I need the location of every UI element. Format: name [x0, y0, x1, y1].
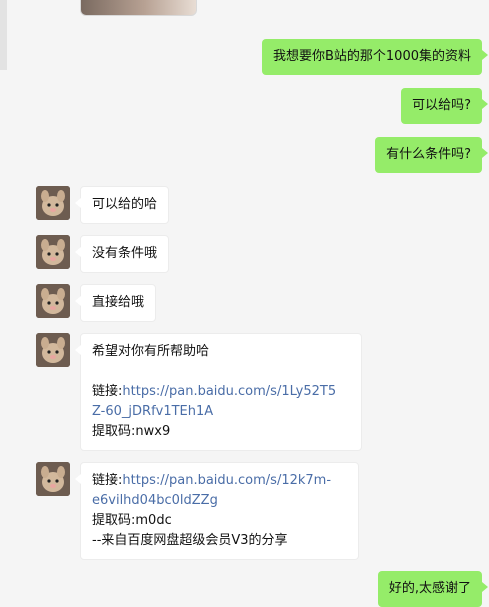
link-label: 链接: — [92, 384, 123, 399]
contact-message-bubble[interactable]: 希望对你有所帮助哈 链接:https://pan.baidu.com/s/1Ly… — [75, 333, 362, 451]
message-text: 直接给哦 — [92, 295, 145, 310]
contact-message-bubble[interactable]: 链接:https://pan.baidu.com/s/12k7m- e6vilh… — [75, 462, 359, 560]
message-text: 有什么条件吗? — [386, 147, 471, 162]
message-text: 没有条件哦 — [92, 246, 158, 261]
share-link[interactable]: https://pan.baidu.com/s/12k7m- — [122, 473, 331, 488]
contact-message-bubble[interactable]: 可以给的哈 — [74, 186, 170, 224]
share-link-continued[interactable]: Z-60_jDRfv1TEh1A — [92, 402, 350, 422]
extract-code-text: 提取码:m0dc — [92, 513, 172, 528]
my-message-bubble[interactable]: 我想要你B站的那个1000集的资料 — [261, 39, 489, 75]
contact-message-bubble[interactable]: 没有条件哦 — [74, 235, 170, 273]
contact-avatar[interactable] — [36, 284, 70, 318]
my-message-bubble[interactable]: 有什么条件吗? — [375, 137, 488, 173]
message-text: 我想要你B站的那个1000集的资料 — [272, 49, 471, 64]
plush-toy-avatar-icon — [36, 235, 70, 269]
shared-image-message[interactable] — [80, 0, 197, 16]
contact-avatar[interactable] — [36, 333, 70, 367]
contact-avatar[interactable] — [36, 186, 70, 220]
message-text: 可以给吗? — [412, 98, 471, 113]
share-link[interactable]: https://pan.baidu.com/s/1Ly52T5 — [122, 384, 336, 399]
share-link-continued[interactable]: e6vilhd04bc0ldZZg — [92, 491, 347, 511]
my-message-bubble[interactable]: 可以给吗? — [401, 88, 488, 124]
plush-toy-avatar-icon — [36, 333, 70, 367]
contact-avatar[interactable] — [36, 462, 70, 496]
plush-toy-avatar-icon — [36, 284, 70, 318]
my-message-bubble[interactable]: 好的,太感谢了 — [377, 571, 489, 607]
share-source-text: --来自百度网盘超级会员V3的分享 — [92, 533, 288, 548]
contact-avatar[interactable] — [36, 235, 70, 269]
message-text: 好的,太感谢了 — [388, 581, 471, 596]
plush-toy-avatar-icon — [36, 462, 70, 496]
plush-toy-avatar-icon — [36, 186, 70, 220]
contact-message-bubble[interactable]: 直接给哦 — [74, 284, 157, 322]
message-text: 可以给的哈 — [92, 197, 158, 212]
link-label: 链接: — [92, 473, 123, 488]
scrollbar[interactable] — [0, 0, 7, 70]
extract-code-text: 提取码:nwx9 — [92, 424, 171, 439]
message-text: 希望对你有所帮助哈 — [92, 344, 210, 359]
